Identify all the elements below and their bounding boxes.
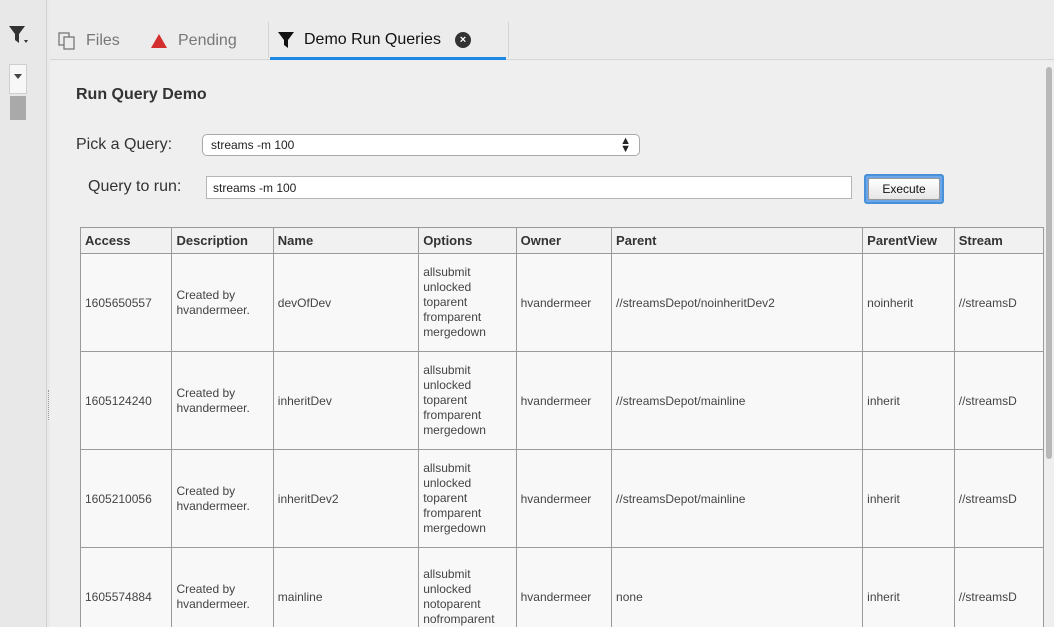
table-header-row: Access Description Name Options Owner Pa… — [80, 227, 1044, 254]
tab-files-label: Files — [86, 32, 120, 49]
cell-stream: //streamsD — [953, 351, 1044, 450]
collapse-dropdown-button[interactable] — [9, 64, 27, 94]
column-header[interactable]: Access — [80, 227, 173, 254]
results-table-container[interactable]: Access Description Name Options Owner Pa… — [80, 227, 1044, 627]
cell-owner: hvandermeer — [515, 449, 613, 548]
table-row[interactable]: 1605574884 Created by hvandermeer. mainl… — [80, 547, 1044, 627]
column-header[interactable]: Owner — [515, 227, 613, 254]
cell-access: 1605650557 — [80, 253, 173, 352]
warning-triangle-icon — [150, 33, 168, 49]
cell-parentview: inherit — [862, 449, 955, 548]
tab-pending-label: Pending — [178, 32, 237, 49]
select-updown-icon: ▲ ▼ — [620, 135, 631, 155]
cell-parent: //streamsDepot/mainline — [611, 351, 864, 450]
cell-stream: //streamsD — [953, 253, 1044, 352]
left-toolbar — [0, 0, 48, 627]
cell-name: inheritDev — [272, 351, 420, 450]
cell-options: allsubmit unlocked notoparent nofrompare… — [418, 547, 517, 627]
cell-stream: //streamsD — [953, 449, 1044, 548]
cell-parentview: inherit — [862, 351, 955, 450]
results-table: Access Description Name Options Owner Pa… — [80, 227, 1044, 627]
cell-name: mainline — [272, 547, 420, 627]
pick-query-select[interactable]: streams -m 100 ▲ ▼ — [202, 134, 640, 156]
cell-parent: //streamsDepot/mainline — [611, 449, 864, 548]
cell-description: Created by hvandermeer. — [171, 449, 274, 548]
cell-parent: none — [611, 547, 864, 627]
column-header[interactable]: Options — [418, 227, 517, 254]
cell-owner: hvandermeer — [515, 351, 613, 450]
column-header[interactable]: Description — [171, 227, 274, 254]
cell-access: 1605124240 — [80, 351, 173, 450]
cell-access: 1605210056 — [80, 449, 173, 548]
cell-name: devOfDev — [272, 253, 420, 352]
chevron-down-icon — [14, 74, 22, 79]
close-tab-icon[interactable]: × — [454, 31, 471, 48]
cell-options: allsubmit unlocked toparent fromparent m… — [418, 351, 517, 450]
files-icon — [58, 32, 76, 50]
filter-menu-icon[interactable] — [8, 24, 30, 46]
tab-demo-label: Demo Run Queries — [304, 30, 441, 48]
cell-owner: hvandermeer — [515, 547, 613, 627]
table-row[interactable]: 1605124240 Created by hvandermeer. inher… — [80, 351, 1044, 450]
tab-demo-run-queries[interactable]: Demo Run Queries × — [270, 22, 506, 60]
query-to-run-label: Query to run: — [88, 178, 182, 195]
column-header[interactable]: ParentView — [862, 227, 955, 254]
cell-access: 1605574884 — [80, 547, 173, 627]
column-header[interactable]: Name — [272, 227, 420, 254]
filter-icon — [278, 31, 294, 49]
cell-description: Created by hvandermeer. — [171, 547, 274, 627]
table-row[interactable]: 1605650557 Created by hvandermeer. devOf… — [80, 253, 1044, 352]
cell-description: Created by hvandermeer. — [171, 253, 274, 352]
vertical-scrollbar[interactable] — [1044, 61, 1054, 627]
cell-name: inheritDev2 — [272, 449, 420, 548]
cell-options: allsubmit unlocked toparent fromparent m… — [418, 449, 517, 548]
cell-parentview: noinherit — [862, 253, 955, 352]
table-row[interactable]: 1605210056 Created by hvandermeer. inher… — [80, 449, 1044, 548]
tab-files[interactable]: Files — [58, 22, 120, 60]
column-header[interactable]: Stream — [953, 227, 1044, 254]
cell-owner: hvandermeer — [515, 253, 613, 352]
tab-pending[interactable]: Pending — [150, 22, 237, 60]
scroll-thumb[interactable] — [10, 96, 26, 120]
cell-parent: //streamsDepot/noinheritDev2 — [611, 253, 864, 352]
pick-query-label: Pick a Query: — [76, 136, 173, 153]
tab-bar: Files Pending Demo Run Queries × — [50, 0, 1054, 60]
execute-button[interactable]: Execute — [864, 174, 944, 204]
column-header[interactable]: Parent — [611, 227, 864, 254]
cell-description: Created by hvandermeer. — [171, 351, 274, 450]
cell-options: allsubmit unlocked toparent fromparent m… — [418, 253, 517, 352]
cell-parentview: inherit — [862, 547, 955, 627]
page-title: Run Query Demo — [76, 86, 207, 103]
execute-button-label: Execute — [868, 178, 940, 200]
query-input[interactable] — [206, 176, 852, 199]
pick-query-value: streams -m 100 — [211, 138, 295, 152]
cell-stream: //streamsD — [953, 547, 1044, 627]
